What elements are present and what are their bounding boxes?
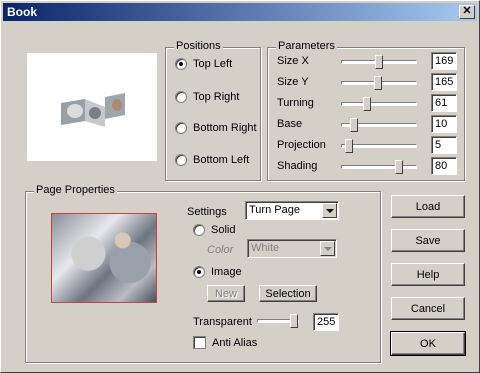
parameter-label: Projection bbox=[277, 139, 326, 151]
load-button[interactable]: Load bbox=[391, 195, 465, 218]
transparent-slider[interactable] bbox=[257, 314, 299, 328]
window-title: Book bbox=[7, 5, 37, 19]
position-option-label: Top Left bbox=[193, 58, 233, 70]
parameter-slider[interactable] bbox=[341, 160, 417, 174]
image-option-label: Image bbox=[211, 266, 242, 278]
parameter-value-field[interactable]: 165 bbox=[431, 73, 457, 91]
parameter-slider[interactable] bbox=[341, 139, 417, 153]
parameter-label: Size X bbox=[277, 55, 309, 67]
parameter-slider[interactable] bbox=[341, 97, 417, 111]
image-option[interactable]: Image bbox=[193, 266, 242, 278]
parameter-label: Shading bbox=[277, 160, 318, 172]
slider-thumb[interactable] bbox=[350, 118, 358, 132]
color-dropdown-value: White bbox=[251, 242, 280, 254]
antialias-label: Anti Alias bbox=[212, 336, 258, 349]
position-option-bottom-right[interactable]: Bottom Right bbox=[175, 122, 257, 134]
ok-button[interactable]: OK bbox=[390, 331, 466, 356]
positions-group-title: Positions bbox=[174, 40, 223, 52]
position-option-label: Bottom Right bbox=[193, 122, 257, 134]
transparent-value-field[interactable]: 255 bbox=[313, 313, 339, 331]
parameter-slider[interactable] bbox=[341, 118, 417, 132]
book-dialog: Book ✕ Positions Top Left Top Right Bott… bbox=[0, 0, 480, 373]
close-button[interactable]: ✕ bbox=[459, 5, 475, 19]
preview-panel bbox=[27, 53, 157, 161]
parameter-label: Base bbox=[277, 118, 303, 130]
slider-thumb[interactable] bbox=[374, 76, 382, 90]
antialias-checkbox[interactable] bbox=[193, 336, 206, 349]
parameter-slider[interactable] bbox=[341, 55, 417, 69]
parameter-value-field[interactable]: 5 bbox=[431, 136, 457, 154]
slider-thumb[interactable] bbox=[290, 314, 298, 328]
slider-thumb[interactable] bbox=[363, 97, 371, 111]
parameter-label: Size Y bbox=[277, 76, 309, 88]
color-label: Color bbox=[207, 244, 234, 256]
solid-option-label: Solid bbox=[211, 224, 236, 236]
settings-dropdown[interactable]: Turn Page bbox=[245, 201, 339, 220]
radio-button[interactable] bbox=[175, 122, 187, 134]
parameter-label: Turning bbox=[277, 97, 314, 109]
page-properties-group-title: Page Properties bbox=[34, 184, 117, 196]
position-option-top-right[interactable]: Top Right bbox=[175, 91, 239, 103]
radio-button[interactable] bbox=[175, 154, 187, 166]
parameter-value-field[interactable]: 10 bbox=[431, 115, 457, 133]
page-image-thumbnail bbox=[51, 213, 157, 303]
slider-thumb[interactable] bbox=[395, 160, 403, 174]
position-option-label: Top Right bbox=[193, 91, 240, 103]
book-preview-image bbox=[61, 93, 125, 127]
chevron-down-icon[interactable] bbox=[320, 241, 335, 256]
title-bar: Book ✕ bbox=[3, 3, 477, 21]
parameter-value-field[interactable]: 80 bbox=[431, 157, 457, 175]
parameters-group-title: Parameters bbox=[276, 40, 337, 52]
position-option-top-left[interactable]: Top Left bbox=[175, 58, 232, 70]
new-button[interactable]: New bbox=[207, 285, 245, 302]
radio-button[interactable] bbox=[193, 266, 205, 278]
antialias-option[interactable]: Anti Alias bbox=[193, 336, 257, 349]
slider-thumb[interactable] bbox=[345, 139, 353, 153]
radio-button[interactable] bbox=[193, 224, 205, 236]
slider-thumb[interactable] bbox=[375, 55, 383, 69]
settings-dropdown-value: Turn Page bbox=[249, 204, 300, 216]
selection-button[interactable]: Selection bbox=[259, 285, 317, 302]
help-button[interactable]: Help bbox=[391, 263, 465, 286]
radio-button[interactable] bbox=[175, 91, 187, 103]
save-button[interactable]: Save bbox=[391, 229, 465, 252]
parameter-slider[interactable] bbox=[341, 76, 417, 90]
transparent-label: Transparent bbox=[193, 316, 252, 328]
solid-option[interactable]: Solid bbox=[193, 224, 235, 236]
radio-button[interactable] bbox=[175, 58, 187, 70]
parameter-value-field[interactable]: 61 bbox=[431, 94, 457, 112]
cancel-button[interactable]: Cancel bbox=[391, 297, 465, 320]
color-dropdown[interactable]: White bbox=[247, 239, 337, 258]
chevron-down-icon[interactable] bbox=[322, 203, 337, 218]
position-option-label: Bottom Left bbox=[193, 154, 250, 166]
position-option-bottom-left[interactable]: Bottom Left bbox=[175, 154, 249, 166]
settings-label: Settings bbox=[187, 206, 227, 218]
parameter-value-field[interactable]: 169 bbox=[431, 52, 457, 70]
